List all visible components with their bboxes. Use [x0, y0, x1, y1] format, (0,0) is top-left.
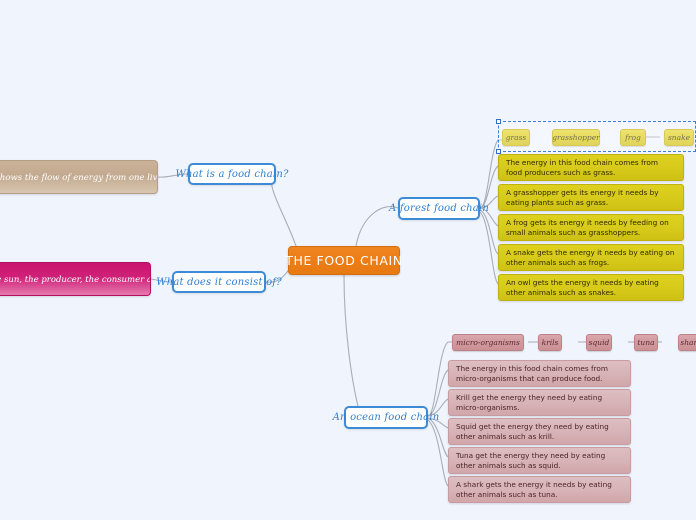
info-box-text: Krill get the energy they need by eating…: [456, 392, 603, 412]
tag-grass[interactable]: grass: [502, 129, 530, 146]
tag-squid[interactable]: squid: [586, 334, 612, 351]
info-box-forest-1[interactable]: The energy in this food chain comes from…: [498, 154, 684, 181]
info-box-text: A snake gets the energy it needs by eati…: [506, 247, 675, 267]
tag-label: micro-organisms: [456, 338, 520, 347]
branch-node-what-is-a-food-chain[interactable]: What is a food chain?: [175, 163, 288, 185]
tag-label: grasshopper: [552, 133, 600, 142]
tag-label: squid: [588, 338, 610, 347]
info-box-ocean-3[interactable]: Squid get the energy they need by eating…: [448, 418, 631, 445]
answer-panel-definition[interactable]: A food chain shows the flow of energy fr…: [0, 160, 158, 194]
branch-node-label: A forest food chain: [389, 203, 489, 214]
tag-tuna[interactable]: tuna: [634, 334, 658, 351]
tag-micro-organisms[interactable]: micro-organisms: [452, 334, 524, 351]
info-box-text: Squid get the energy they need by eating…: [456, 421, 609, 441]
info-box-text: Tuna get the energy they need by eating …: [456, 450, 606, 470]
info-box-forest-4[interactable]: A snake gets the energy it needs by eati…: [498, 244, 684, 271]
tag-grasshopper[interactable]: grasshopper: [552, 129, 600, 146]
branch-node-label: What is a food chain?: [175, 168, 289, 180]
tag-label: shark: [680, 338, 696, 347]
info-box-text: An owl gets the energy it needs by eatin…: [506, 277, 659, 297]
answer-panel-text: The energy of the sun, the producer, the…: [0, 275, 150, 285]
info-box-text: A frog gets its energy it needs by feedi…: [506, 217, 669, 237]
branch-node-ocean-food-chain[interactable]: An ocean food chain: [333, 406, 439, 429]
info-box-ocean-5[interactable]: A shark gets the energy it needs by eati…: [448, 476, 631, 503]
mindmap-canvas[interactable]: THE FOOD CHAIN What is a food chain? Wha…: [0, 0, 696, 520]
info-box-forest-2[interactable]: A grasshopper gets its energy it needs b…: [498, 184, 684, 211]
branch-node-forest-food-chain[interactable]: A forest food chain: [389, 197, 489, 220]
info-box-ocean-1[interactable]: The energy in this food chain comes from…: [448, 360, 631, 387]
tag-frog[interactable]: frog: [620, 129, 646, 146]
tag-label: frog: [625, 133, 641, 142]
tag-label: snake: [667, 133, 691, 142]
branch-node-label: What does it consist of?: [156, 276, 282, 288]
branch-node-what-does-it-consist-of[interactable]: What does it consist of?: [156, 271, 282, 293]
tag-krill[interactable]: krils: [538, 334, 562, 351]
tag-label: tuna: [637, 338, 655, 347]
tag-shark[interactable]: shark: [678, 334, 696, 351]
tag-label: krils: [541, 338, 559, 347]
info-box-ocean-4[interactable]: Tuna get the energy they need by eating …: [448, 447, 631, 474]
info-box-text: A grasshopper gets its energy it needs b…: [506, 187, 659, 207]
tag-label: grass: [505, 133, 527, 142]
central-node-label: THE FOOD CHAIN: [285, 253, 403, 268]
info-box-text: The energy in this food chain comes from…: [456, 363, 608, 383]
info-box-text: A shark gets the energy it needs by eati…: [456, 479, 612, 499]
branch-node-label: An ocean food chain: [332, 412, 440, 423]
info-box-text: The energy in this food chain comes from…: [506, 157, 658, 177]
selection-handle-top-left[interactable]: [496, 119, 501, 124]
tag-snake[interactable]: snake: [664, 129, 694, 146]
answer-panel-text: A food chain shows the flow of energy fr…: [0, 173, 158, 183]
info-box-ocean-2[interactable]: Krill get the energy they need by eating…: [448, 389, 631, 416]
central-node[interactable]: THE FOOD CHAIN: [285, 246, 403, 275]
answer-panel-components[interactable]: The energy of the sun, the producer, the…: [0, 262, 151, 296]
info-box-forest-3[interactable]: A frog gets its energy it needs by feedi…: [498, 214, 684, 241]
info-box-forest-5[interactable]: An owl gets the energy it needs by eatin…: [498, 274, 684, 301]
